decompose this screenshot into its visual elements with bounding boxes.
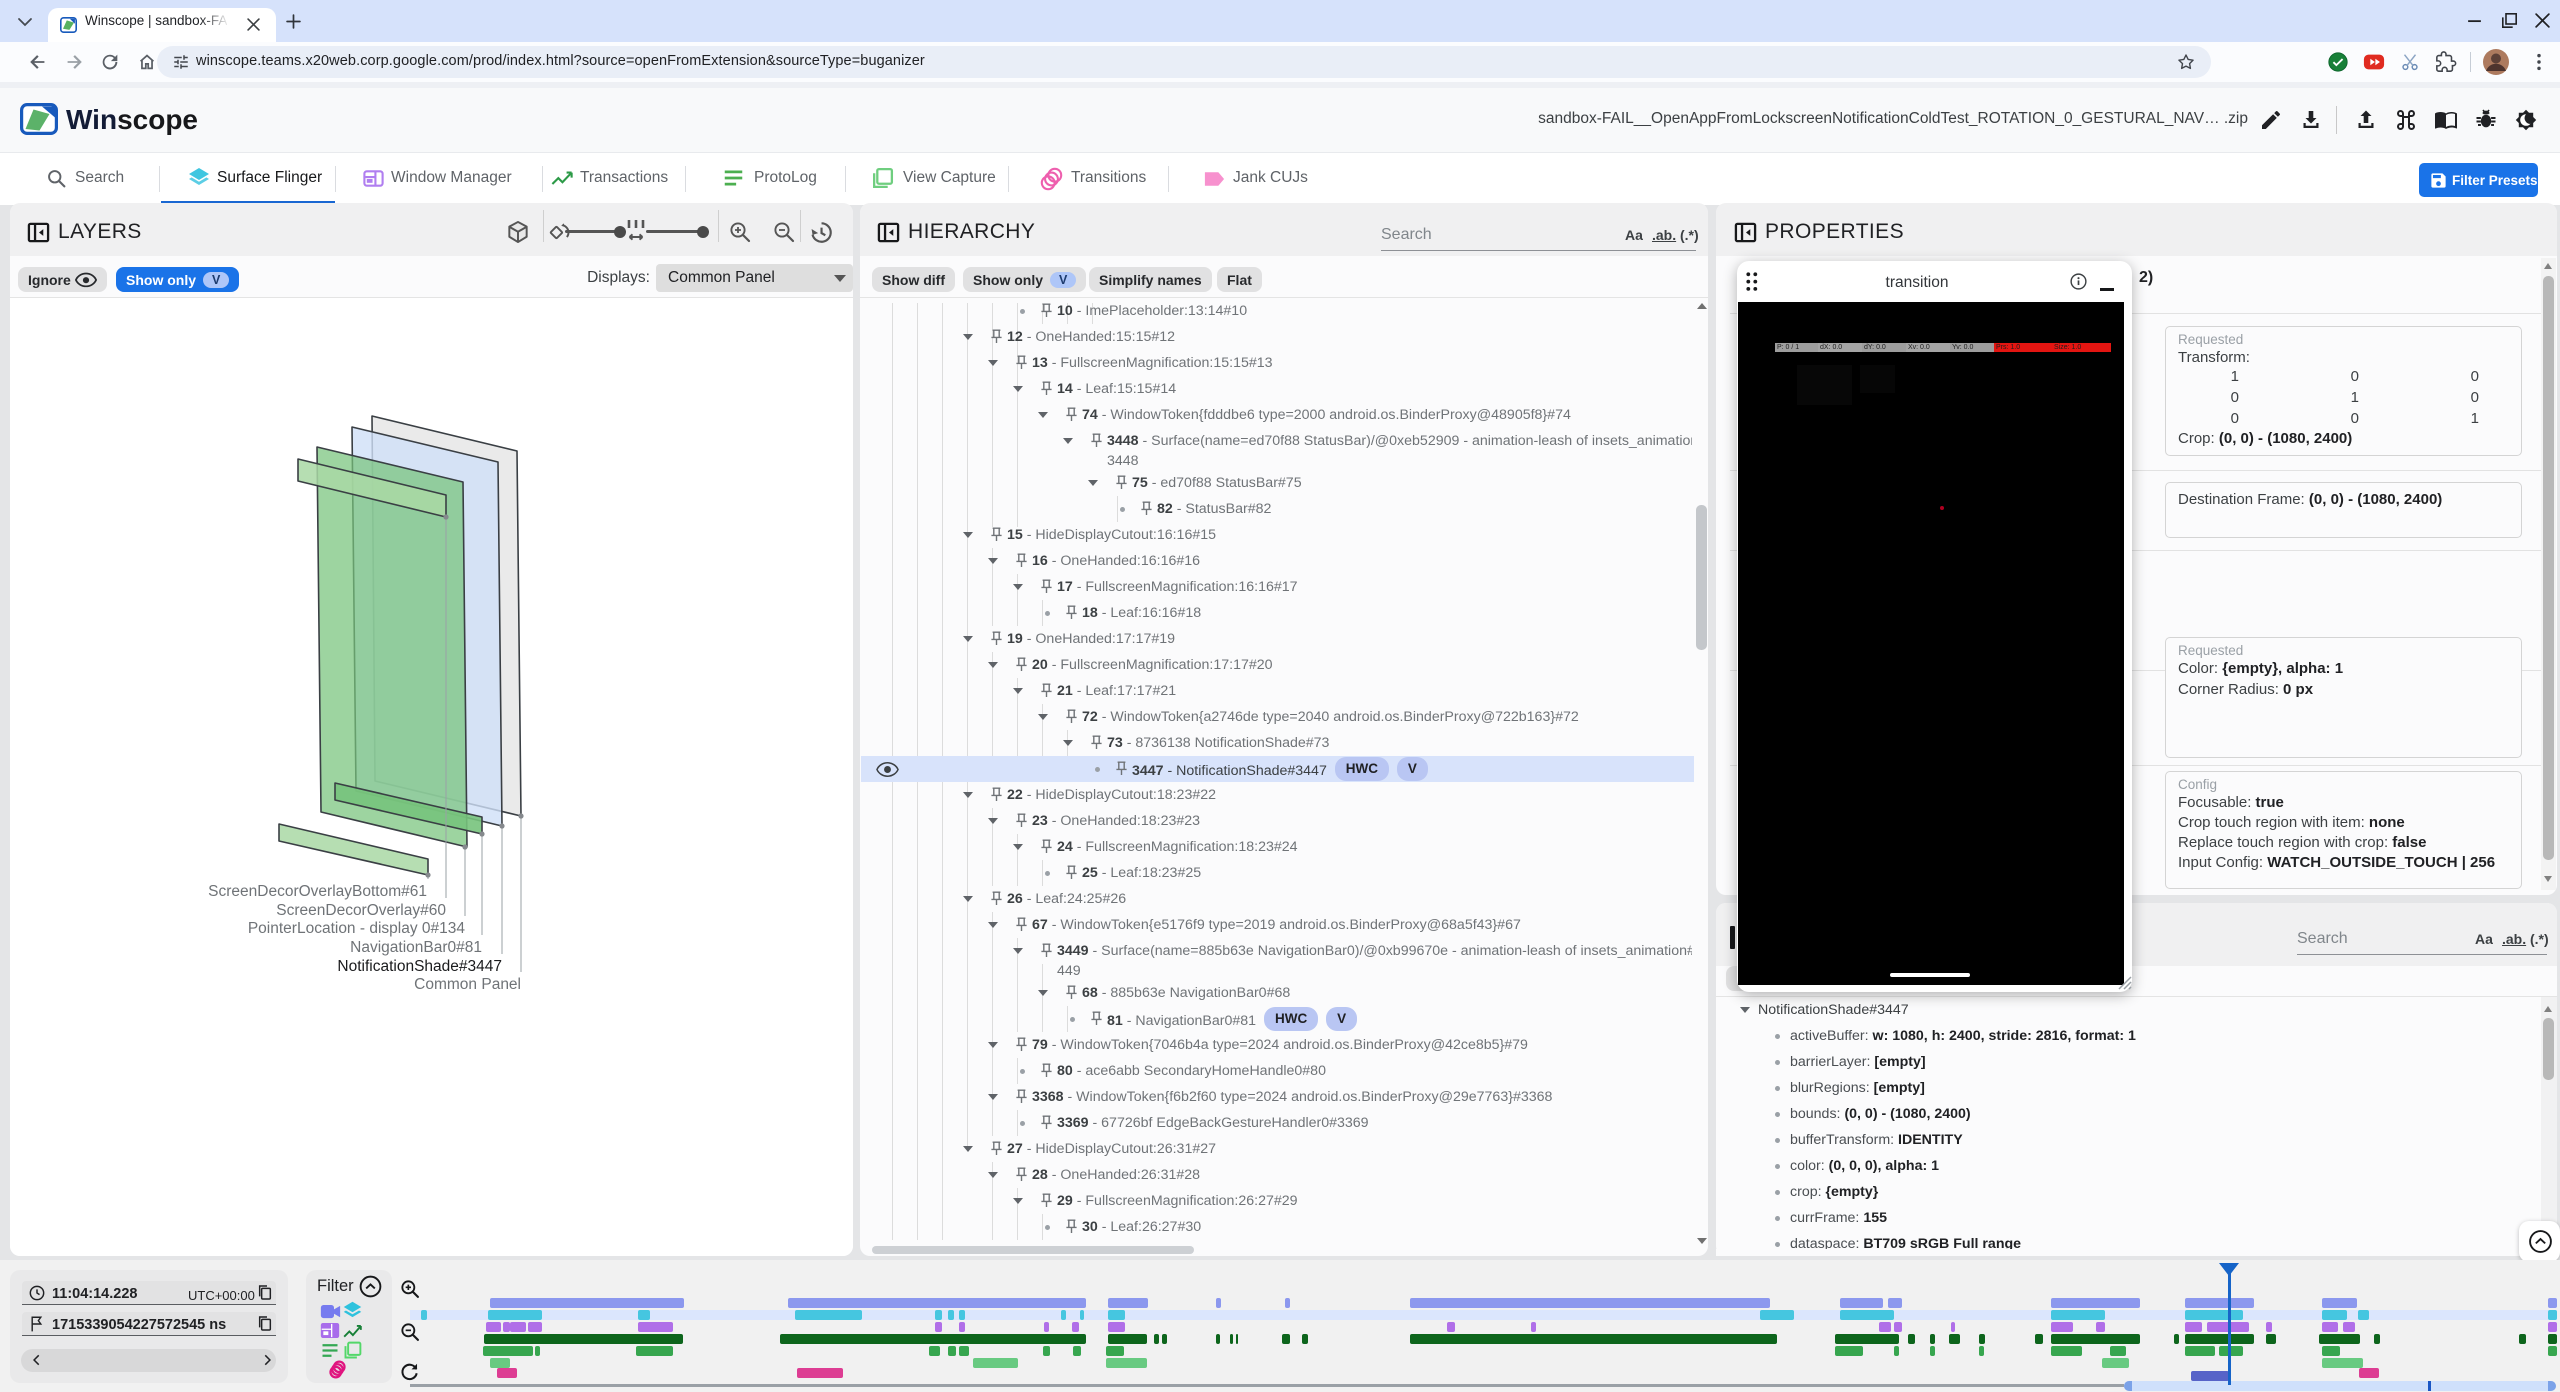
svg-text:Common Panel: Common Panel — [414, 976, 521, 993]
svg-text:NavigationBar0#81: NavigationBar0#81 — [350, 939, 482, 956]
svg-text:NotificationShade#3447: NotificationShade#3447 — [337, 958, 502, 975]
svg-text:ScreenDecorOverlay#60: ScreenDecorOverlay#60 — [276, 902, 446, 919]
svg-text:PointerLocation - display 0#13: PointerLocation - display 0#134 — [248, 920, 466, 937]
svg-text:ScreenDecorOverlayBottom#61: ScreenDecorOverlayBottom#61 — [208, 883, 427, 900]
